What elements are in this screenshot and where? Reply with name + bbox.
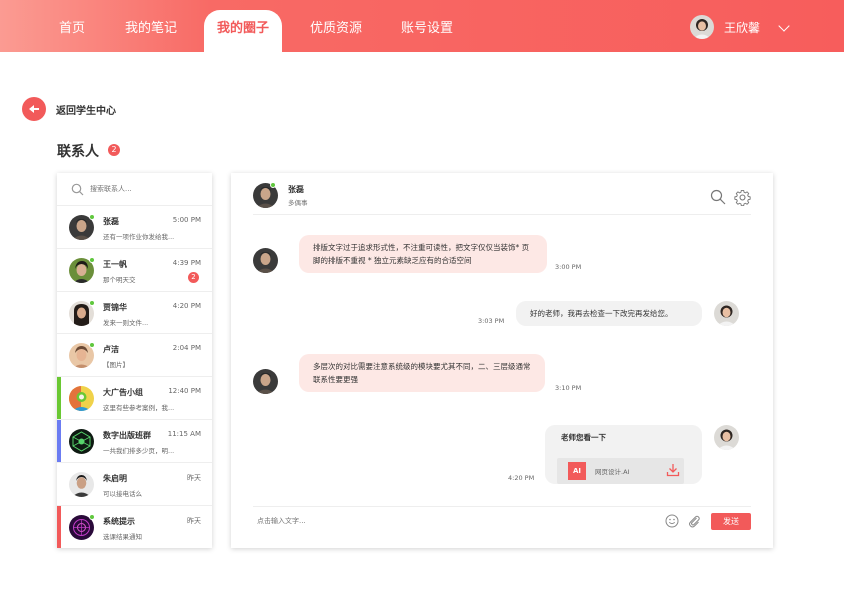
top-nav: 首页 我的笔记 我的圈子 优质资源 账号设置 王欣馨: [0, 0, 844, 52]
avatar: [69, 471, 94, 497]
avatar: [714, 425, 739, 450]
search-icon[interactable]: [710, 189, 726, 205]
message-input[interactable]: [257, 517, 607, 525]
online-indicator: [89, 299, 95, 306]
user-menu[interactable]: 王欣馨: [689, 14, 760, 40]
file-attachment[interactable]: AI 网页设计.AI: [557, 458, 684, 484]
online-indicator: [89, 214, 95, 220]
user-avatar: [689, 15, 714, 39]
contact-item-digital-publishing-group[interactable]: 数字出版班群 11:15 AM 一共我们排多少页，明...: [57, 419, 212, 463]
nav-account-settings[interactable]: 账号设置: [401, 0, 453, 52]
nav-my-circle[interactable]: 我的圈子: [204, 10, 282, 52]
contacts-panel: 张磊 5:00 PM 还有一项作业你发给我... 王一帆 4:39 PM 那个明…: [57, 173, 212, 549]
paperclip-icon[interactable]: [687, 514, 701, 528]
chat-header: 张磊 多偶事: [253, 182, 751, 215]
contact-message: 发来一则文件...: [103, 318, 149, 327]
contact-name: 卢洁: [103, 345, 119, 355]
online-indicator: [89, 342, 95, 349]
contact-name: 张磊: [103, 217, 119, 226]
nav-home[interactable]: 首页: [59, 0, 85, 52]
search-input[interactable]: [90, 185, 200, 193]
message-time: 3:03 PM: [478, 317, 505, 325]
message-text: 老师您看一下: [561, 433, 606, 442]
contact-item-lujie[interactable]: 卢洁 2:04 PM 【图片】: [57, 334, 212, 378]
message-bubble-incoming: 多层次的对比需要注意系统级的模块要尤其不同，二、三层级通常联系性要更强: [299, 354, 545, 393]
message-bubble-outgoing: 老师您看一下 AI 网页设计.AI: [545, 425, 702, 484]
message-time: 3:10 PM: [555, 384, 582, 392]
contact-time: 2:04 PM: [172, 344, 201, 353]
group-accent-bar: [57, 419, 61, 462]
contact-item-ad-group[interactable]: 大广告小组 12:40 PM 这里有些参考案例，我...: [57, 377, 212, 420]
file-name: 网页设计.AI: [595, 468, 630, 476]
message-composer: 发送: [253, 506, 751, 536]
contact-time: 4:39 PM: [172, 258, 201, 267]
contact-name: 系统提示: [103, 516, 135, 526]
avatar: [69, 386, 94, 412]
message-time: 3:00 PM: [555, 263, 582, 271]
contact-item-zhuqiming[interactable]: 朱启明 昨天 可以接电话么: [57, 463, 212, 506]
contact-message: 这里有些参考案例，我...: [103, 404, 175, 413]
contact-time: 4:20 PM: [172, 301, 201, 310]
unread-count-badge: 2: [188, 271, 199, 283]
contact-message: 可以接电话么: [103, 489, 142, 498]
avatar: [69, 428, 94, 454]
ai-file-icon: AI: [568, 462, 586, 480]
nav-resources[interactable]: 优质资源: [310, 0, 362, 52]
contact-item-wangyifan[interactable]: 王一帆 4:39 PM 那个明天交 2: [57, 249, 212, 292]
contact-time: 5:00 PM: [172, 216, 201, 224]
avatar: [253, 369, 278, 394]
contact-name: 数字出版班群: [103, 430, 151, 440]
contact-name: 朱启明: [103, 473, 127, 483]
contact-time: 11:15 AM: [167, 429, 201, 438]
chat-contact-role: 多偶事: [288, 199, 308, 207]
contact-name: 大广告小组: [103, 388, 143, 398]
contact-item-zhanglei[interactable]: 张磊 5:00 PM 还有一项作业你发给我...: [57, 206, 212, 249]
contact-message: 选课结果通知: [103, 532, 142, 541]
online-indicator: [89, 256, 95, 263]
contact-time: 昨天: [187, 516, 201, 525]
contact-message: 还有一项作业你发给我...: [103, 233, 175, 241]
contact-item-system-notice[interactable]: 系统提示 昨天 选课结果通知: [57, 505, 212, 549]
back-link[interactable]: 返回学生中心: [22, 97, 116, 121]
arrow-left-icon: [22, 97, 46, 121]
contact-search: [57, 173, 212, 206]
contact-name: 王一帆: [103, 259, 127, 269]
message-bubble-outgoing: 好的老师，我再去检查一下改完再发给您。: [516, 301, 702, 327]
page-title: 联系人: [57, 144, 99, 160]
group-accent-bar: [57, 505, 61, 549]
contact-name: 贾锦华: [103, 302, 127, 312]
back-label: 返回学生中心: [56, 105, 116, 117]
contact-message: 【图片】: [103, 361, 129, 370]
gear-icon[interactable]: [734, 189, 751, 206]
emoji-icon[interactable]: [665, 514, 679, 528]
chevron-down-icon[interactable]: [778, 20, 790, 32]
message-time: 4:20 PM: [508, 474, 535, 482]
chat-panel: 张磊 多偶事 排版文字过于追求形式性，不注重可读性，把文字仅仅当装饰* 页脚的排…: [231, 173, 773, 548]
send-button[interactable]: 发送: [711, 513, 751, 530]
chat-contact-name: 张磊: [288, 185, 304, 194]
contact-message: 一共我们排多少页，明...: [103, 446, 175, 455]
download-icon[interactable]: [666, 463, 680, 477]
search-icon: [71, 183, 84, 195]
contact-message: 那个明天交: [103, 275, 136, 284]
group-accent-bar: [57, 377, 61, 419]
nav-my-notes[interactable]: 我的笔记: [125, 0, 177, 52]
online-indicator: [89, 513, 95, 520]
message-bubble-incoming: 排版文字过于追求形式性，不注重可读性，把文字仅仅当装饰* 页脚的排版不重视 * …: [299, 235, 547, 274]
avatar: [714, 301, 739, 326]
unread-badge: 2: [108, 144, 120, 156]
contact-item-jiajinhua[interactable]: 贾锦华 4:20 PM 发来一则文件...: [57, 292, 212, 335]
contact-time: 12:40 PM: [168, 387, 201, 396]
user-name: 王欣馨: [723, 20, 760, 35]
contact-time: 昨天: [187, 473, 201, 482]
online-indicator: [270, 182, 276, 188]
avatar: [253, 248, 278, 273]
